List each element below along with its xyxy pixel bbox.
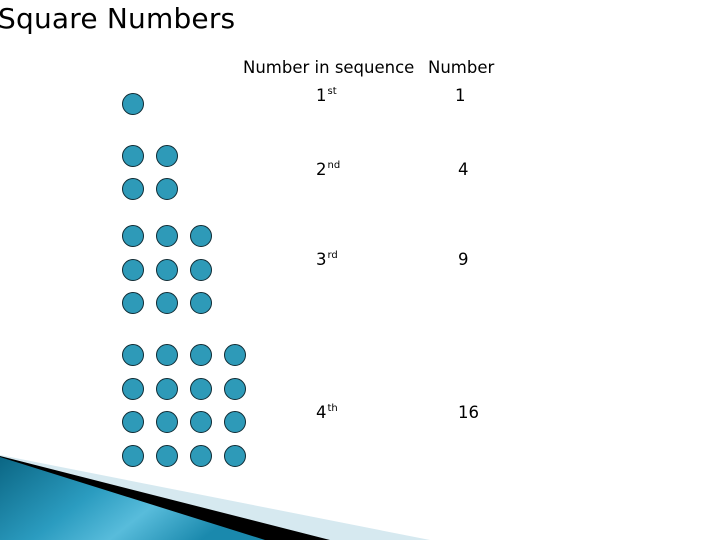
slide-title: Square Numbers	[0, 2, 236, 35]
dot	[122, 178, 144, 200]
dot	[122, 145, 144, 167]
ordinal-suffix: th	[327, 402, 338, 414]
ordinal-cell: 1st	[316, 85, 337, 106]
dot	[122, 377, 144, 400]
dot	[156, 225, 178, 247]
dot	[190, 445, 212, 468]
value-cell: 9	[458, 250, 469, 269]
header-number: Number	[428, 58, 495, 77]
value-cell: 16	[458, 403, 479, 422]
dot	[122, 258, 144, 281]
dot	[190, 344, 212, 366]
ordinal-number: 4	[316, 403, 327, 422]
dot	[122, 344, 144, 366]
dot	[156, 178, 178, 200]
ordinal-cell: 3rd	[316, 249, 338, 270]
ordinal-number: 1	[316, 86, 327, 105]
ordinal-cell: 4th	[316, 402, 338, 423]
dot	[156, 377, 178, 400]
dot	[122, 292, 144, 314]
dot	[190, 225, 212, 247]
dot	[122, 225, 144, 247]
value-cell: 4	[458, 160, 469, 179]
dot	[190, 292, 212, 314]
decorative-corner-wedge	[0, 455, 430, 540]
dot	[122, 445, 144, 468]
dot	[224, 377, 246, 400]
dot	[224, 344, 246, 366]
ordinal-number: 2	[316, 160, 327, 179]
value-cell: 1	[455, 86, 466, 105]
ordinal-number: 3	[316, 250, 327, 269]
dot	[190, 377, 212, 400]
dot	[156, 258, 178, 281]
dot	[224, 445, 246, 468]
ordinal-cell: 2nd	[316, 159, 341, 180]
dot	[190, 258, 212, 281]
dot	[156, 292, 178, 314]
ordinal-suffix: rd	[327, 249, 338, 261]
header-number-in-sequence: Number in sequence	[243, 58, 415, 77]
dot	[156, 445, 178, 468]
dot	[122, 93, 144, 115]
dot	[156, 344, 178, 366]
ordinal-suffix: st	[327, 85, 337, 97]
ordinal-suffix: nd	[327, 159, 341, 171]
dot	[156, 145, 178, 167]
